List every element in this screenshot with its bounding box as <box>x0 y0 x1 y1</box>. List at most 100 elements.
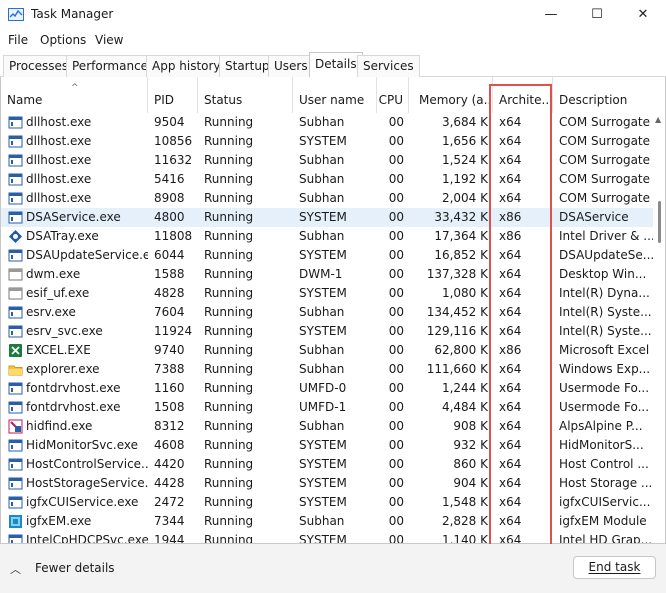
column-header-name[interactable]: ^ Name <box>1 77 148 113</box>
column-header-pid[interactable]: PID <box>148 77 198 113</box>
cell-memory: 134,452 K <box>426 305 488 319</box>
cell-memory: 3,684 K <box>441 115 488 129</box>
dsaupdate-icon <box>8 248 23 263</box>
table-row[interactable]: dllhost.exe 11632 Running Subhan 00 1,524 K x6… <box>1 151 653 170</box>
cell-name: dwm.exe <box>26 267 81 281</box>
menu-view[interactable]: View <box>95 33 123 47</box>
cell-description: COM Surrogate <box>559 134 651 148</box>
minimize-button[interactable]: — <box>528 0 574 30</box>
cell-architecture: x64 <box>499 172 522 186</box>
cell-description: Host Control ... <box>559 457 649 471</box>
end-task-button[interactable]: End task <box>573 556 656 579</box>
cell-user-name: Subhan <box>299 514 345 528</box>
tab-processes[interactable]: Processes <box>3 55 75 77</box>
tab-app-history[interactable]: App history <box>146 55 227 77</box>
cell-memory: 1,192 K <box>441 172 488 186</box>
cell-architecture: x64 <box>499 457 522 471</box>
cell-user-name: SYSTEM <box>299 457 347 471</box>
cell-pid: 11632 <box>154 153 193 167</box>
table-row[interactable]: esrv_svc.exe 11924 Running SYSTEM 00 129,116 … <box>1 322 653 341</box>
cell-status: Running <box>204 210 254 224</box>
table-row[interactable]: explorer.exe 7388 Running Subhan 00 111,660 K… <box>1 360 653 379</box>
table-row[interactable]: fontdrvhost.exe 1160 Running UMFD-0 00 1,244 … <box>1 379 653 398</box>
table-row[interactable]: HostControlService.... 4420 Running SYSTEM 0… <box>1 455 653 474</box>
scrollbar-thumb[interactable] <box>658 201 661 243</box>
close-button[interactable]: ✕ <box>620 0 666 30</box>
column-header-description[interactable]: Description <box>553 77 653 113</box>
table-row[interactable]: dwm.exe 1588 Running DWM-1 00 137,328 K x64 Des… <box>1 265 653 284</box>
cell-pid: 4428 <box>154 476 185 490</box>
table-row[interactable]: dllhost.exe 9504 Running Subhan 00 3,684 K x64… <box>1 113 653 132</box>
table-row[interactable]: dllhost.exe 8908 Running Subhan 00 2,004 K x64… <box>1 189 653 208</box>
cell-status: Running <box>204 324 254 338</box>
esrv-icon <box>8 305 23 320</box>
fontdrvhost-icon <box>8 381 23 396</box>
table-row[interactable]: fontdrvhost.exe 1508 Running UMFD-1 00 4,484 … <box>1 398 653 417</box>
cell-description: Intel(R) Dyna... <box>559 286 650 300</box>
tab-services[interactable]: Services <box>357 55 420 77</box>
cell-status: Running <box>204 457 254 471</box>
cell-user-name: Subhan <box>299 191 345 205</box>
cell-description: HidMonitorS... <box>559 438 644 452</box>
table-row[interactable]: HidMonitorSvc.exe 4608 Running SYSTEM 00 932 … <box>1 436 653 455</box>
dwm-icon <box>8 267 23 282</box>
cell-memory: 1,656 K <box>441 134 488 148</box>
cell-user-name: SYSTEM <box>299 324 347 338</box>
table-row[interactable]: igfxEM.exe 7344 Running Subhan 00 2,828 K x64 i… <box>1 512 653 531</box>
maximize-button[interactable]: ☐ <box>574 0 620 30</box>
cell-pid: 1588 <box>154 267 185 281</box>
column-header-status[interactable]: Status <box>198 77 293 113</box>
table-row[interactable]: hidfind.exe 8312 Running Subhan 00 908 K x64 Al… <box>1 417 653 436</box>
cell-status: Running <box>204 286 254 300</box>
cell-name: explorer.exe <box>26 362 100 376</box>
cell-description: Intel(R) Syste... <box>559 305 652 319</box>
hoststorage-icon <box>8 476 23 491</box>
cell-architecture: x64 <box>499 153 522 167</box>
cell-memory: 2,004 K <box>441 191 488 205</box>
table-row[interactable]: DSAUpdateService.exe 6044 Running SYSTEM 00 1… <box>1 246 653 265</box>
table-row[interactable]: IntelCpHDCPSvc.exe 1944 Running SYSTEM 00 1,1… <box>1 531 653 544</box>
tab-users[interactable]: Users <box>268 55 314 77</box>
column-header-user-name[interactable]: User name <box>293 77 377 113</box>
cell-memory: 129,116 K <box>426 324 488 338</box>
table-row[interactable]: EXCEL.EXE 9740 Running Subhan 00 62,800 K x86 M… <box>1 341 653 360</box>
table-row[interactable]: DSAService.exe 4800 Running SYSTEM 00 33,432 … <box>1 208 653 227</box>
table-row[interactable]: esif_uf.exe 4828 Running SYSTEM 00 1,080 K x64… <box>1 284 653 303</box>
table-row[interactable]: esrv.exe 7604 Running Subhan 00 134,452 K x64 I… <box>1 303 653 322</box>
column-header-cpu[interactable]: CPU <box>377 77 409 113</box>
cell-cpu: 00 <box>388 305 404 319</box>
tab-details[interactable]: Details <box>309 52 363 78</box>
table-row[interactable]: dllhost.exe 10856 Running SYSTEM 00 1,656 K x6… <box>1 132 653 151</box>
cell-status: Running <box>204 533 254 544</box>
cell-cpu: 00 <box>388 514 404 528</box>
vertical-scrollbar[interactable]: ▲ <box>653 113 665 543</box>
cell-cpu: 00 <box>388 381 404 395</box>
tab-performance[interactable]: Performance <box>66 55 155 77</box>
table-row[interactable]: HostStorageService.... 4428 Running SYSTEM 0… <box>1 474 653 493</box>
cell-status: Running <box>204 153 254 167</box>
column-header-architecture[interactable]: Archite... <box>493 77 553 113</box>
cell-architecture: x64 <box>499 419 522 433</box>
cell-cpu: 00 <box>388 324 404 338</box>
cell-name: hidfind.exe <box>26 419 93 433</box>
footer-bar: ︿ Fewer details End task <box>0 544 666 593</box>
cell-name: igfxCUIService.exe <box>26 495 139 509</box>
cell-cpu: 00 <box>388 210 404 224</box>
cell-status: Running <box>204 495 254 509</box>
table-row[interactable]: igfxCUIService.exe 2472 Running SYSTEM 00 1,5… <box>1 493 653 512</box>
fontdrvhost-icon <box>8 400 23 415</box>
table-row[interactable]: dllhost.exe 5416 Running Subhan 00 1,192 K x64… <box>1 170 653 189</box>
cell-name: esif_uf.exe <box>26 286 90 300</box>
cell-pid: 6044 <box>154 248 185 262</box>
cell-cpu: 00 <box>388 400 404 414</box>
hostcontrol-icon <box>8 457 23 472</box>
scroll-up-icon[interactable]: ▲ <box>655 115 661 124</box>
cell-architecture: x64 <box>499 533 522 544</box>
table-row[interactable]: DSATray.exe 11808 Running Subhan 00 17,364 K x… <box>1 227 653 246</box>
cell-cpu: 00 <box>388 172 404 186</box>
cell-cpu: 00 <box>388 191 404 205</box>
column-header-memory[interactable]: Memory (a... <box>409 77 493 113</box>
menu-options[interactable]: Options <box>40 33 86 47</box>
menu-file[interactable]: File <box>8 33 28 47</box>
cell-description: Intel Driver & ... <box>559 229 653 243</box>
